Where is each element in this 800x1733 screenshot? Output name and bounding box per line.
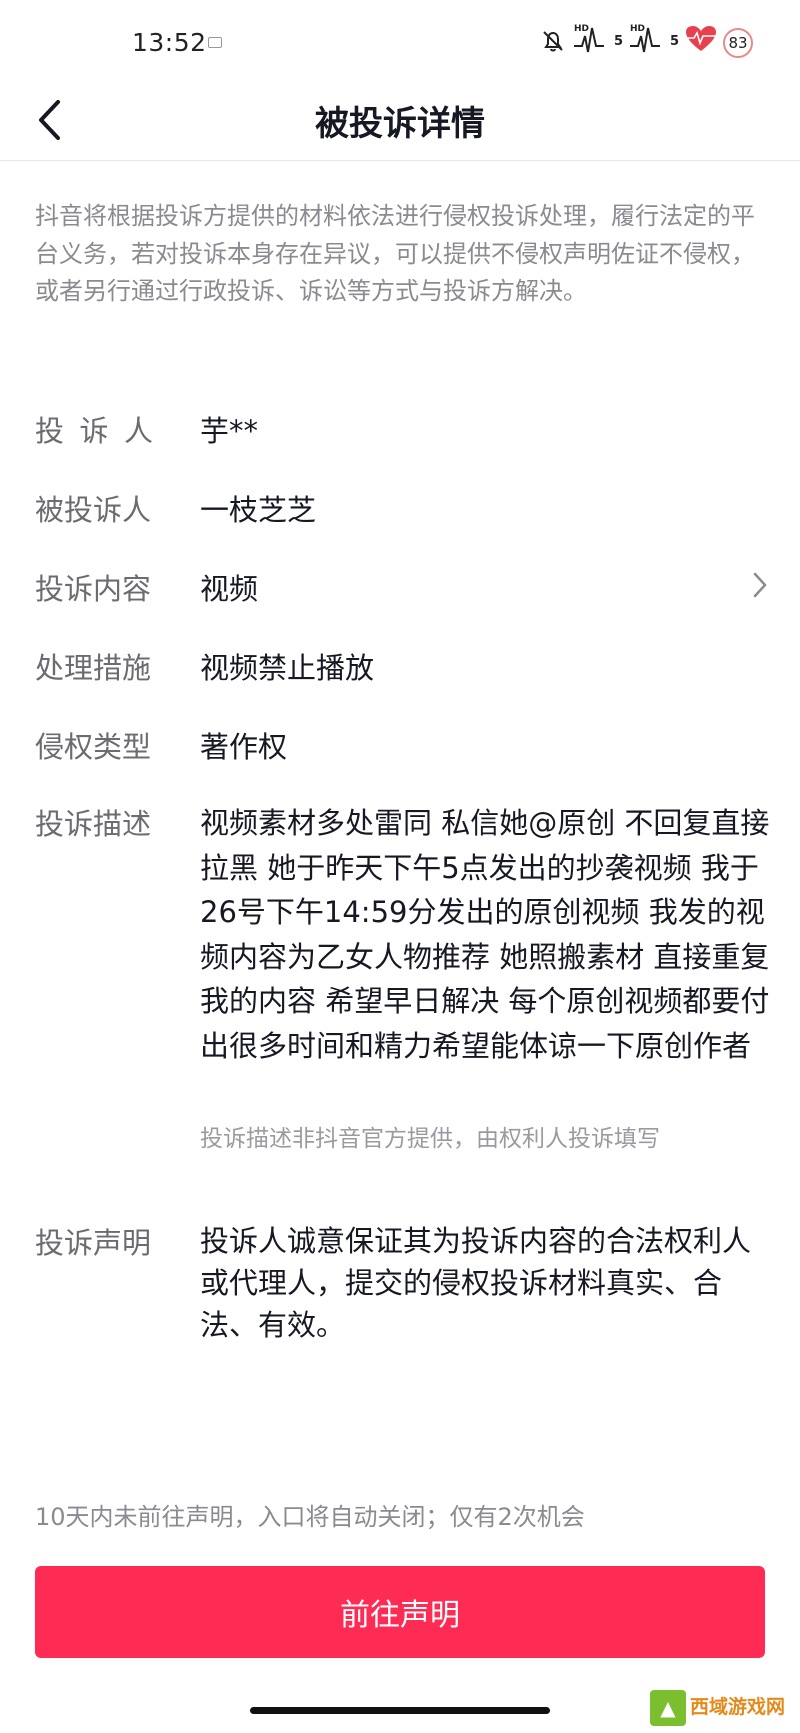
- status-time: 13:52: [132, 28, 207, 57]
- battery-indicator: 83: [723, 28, 753, 58]
- statement-value: 投诉人诚意保证其为投诉内容的合法权利人或代理人，提交的侵权投诉材料真实、合法、有…: [200, 1224, 752, 1342]
- measure-label: 处理措施: [35, 651, 152, 685]
- measure-value: 视频禁止播放: [200, 651, 375, 685]
- network-5-label: 5: [670, 34, 680, 49]
- content-value: 视频: [200, 572, 259, 606]
- home-indicator[interactable]: [250, 1707, 550, 1714]
- status-icons: HD 5 HD 5 83: [540, 22, 760, 62]
- content-label: 投诉内容: [35, 572, 152, 606]
- row-statement: 投诉声明 投诉人诚意保证其为投诉内容的合法权利人或代理人，提交的侵权投诉材料真实…: [35, 1220, 770, 1360]
- respondent-value: 一枝芝芝: [200, 493, 317, 527]
- description-value: 视频素材多处雷同 私信她@原创 不回复直接拉黑 她于昨天下午5点发出的抄袭视频 …: [200, 806, 770, 1063]
- statement-label: 投诉声明: [35, 1226, 152, 1260]
- infringement-type-label: 侵权类型: [35, 730, 152, 764]
- row-content[interactable]: 投诉内容 视频: [35, 566, 770, 610]
- description-note: 投诉描述非抖音官方提供，由权利人投诉填写: [200, 1126, 660, 1152]
- sim-icon: [208, 37, 222, 48]
- description-label: 投诉描述: [35, 807, 152, 841]
- watermark-text: 西域游戏网: [690, 1696, 786, 1718]
- chevron-right-icon[interactable]: [750, 570, 770, 600]
- respondent-label: 被投诉人: [35, 493, 152, 527]
- status-bar: 13:52 HD 5 HD 5 83: [0, 0, 800, 88]
- page-title: 被投诉详情: [315, 104, 485, 144]
- complainant-value: 芋**: [200, 414, 259, 448]
- complainant-label: 投诉人: [35, 414, 169, 448]
- expire-note: 10天内未前往声明，入口将自动关闭；仅有2次机会: [35, 1503, 585, 1531]
- nav-bar: 被投诉详情: [0, 80, 800, 161]
- network-5-label: 5: [614, 34, 624, 49]
- heart-icon: [686, 26, 716, 51]
- watermark-logo-icon: ▲: [650, 1690, 686, 1726]
- row-description: 投诉描述 视频素材多处雷同 私信她@原创 不回复直接拉黑 她于昨天下午5点发出的…: [35, 801, 770, 1161]
- go-declare-button[interactable]: 前往声明: [35, 1566, 765, 1658]
- policy-notice: 抖音将根据投诉方提供的材料依法进行侵权投诉处理，履行法定的平台义务，若对投诉本身…: [35, 202, 755, 305]
- bell-off-icon: [543, 31, 563, 52]
- infringement-type-value: 著作权: [200, 730, 288, 764]
- watermark: ▲ 西域游戏网: [650, 1688, 800, 1733]
